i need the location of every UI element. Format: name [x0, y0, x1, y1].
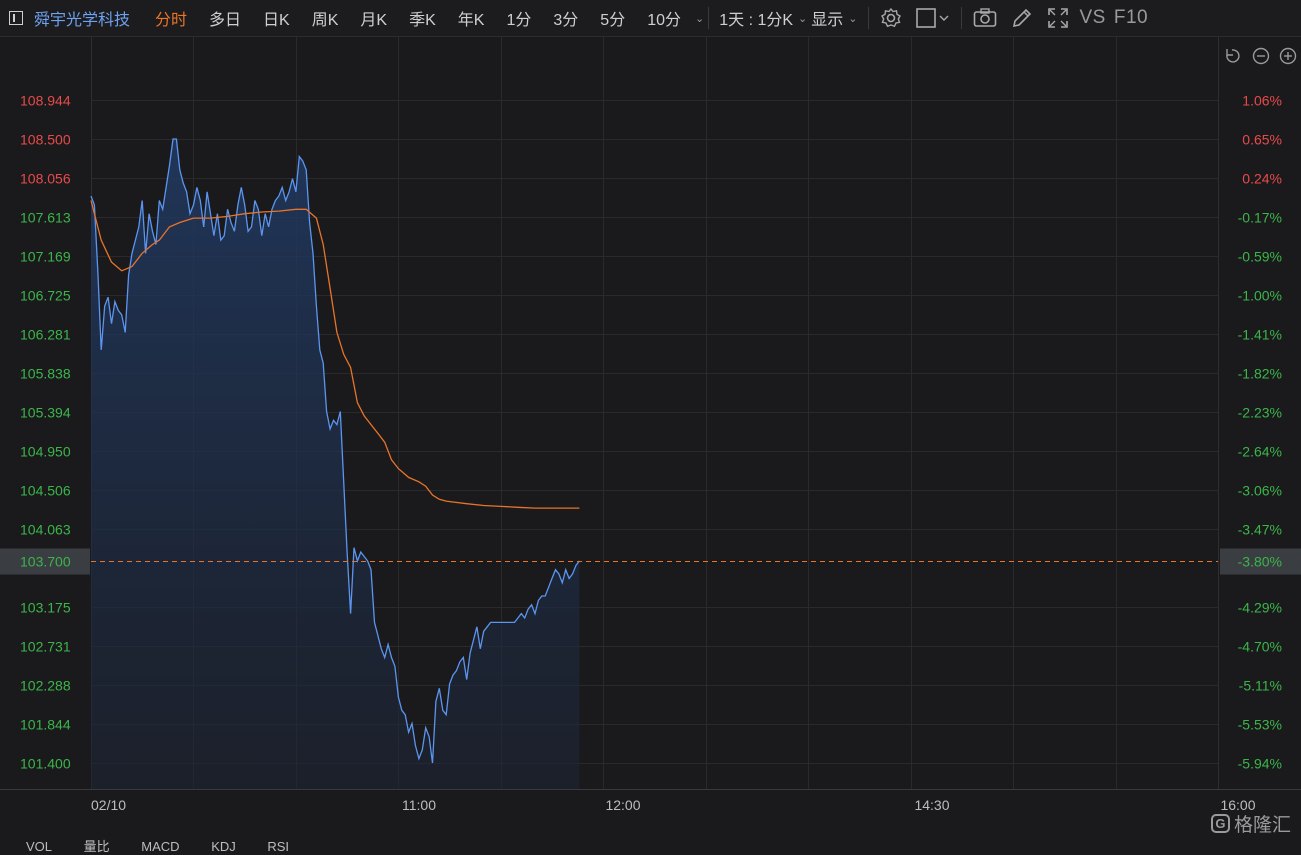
pct-tick-label: -1.00%	[1238, 288, 1282, 304]
pct-tick-label: 1.06%	[1242, 93, 1282, 109]
x-tick-label: 12:00	[605, 797, 640, 813]
x-tick-label: 14:30	[914, 797, 949, 813]
y-tick-label: 101.844	[20, 717, 71, 733]
x-axis: 02/10 11:00 12:00 14:30 16:00	[91, 797, 1256, 813]
gelonghui-logo: G 格隆汇	[1210, 810, 1291, 837]
pct-tick-label: -0.17%	[1238, 210, 1282, 226]
tab-rsi[interactable]: RSI	[267, 839, 289, 854]
tab-3min[interactable]: 3分	[542, 6, 589, 30]
sidebar-toggle-icon[interactable]	[9, 11, 23, 25]
divider	[708, 7, 710, 29]
pct-tick-label: -5.53%	[1238, 717, 1282, 733]
period-select[interactable]: 1天 : 1分K	[713, 6, 795, 30]
pct-tick-label: -2.64%	[1238, 444, 1282, 460]
logo-mark-icon: G	[1210, 814, 1230, 833]
y-tick-label: 105.838	[20, 366, 71, 382]
pct-tick-label: -4.70%	[1238, 639, 1282, 655]
tab-5min[interactable]: 5分	[589, 6, 636, 30]
f10-button[interactable]: F10	[1110, 7, 1152, 29]
y-tick-label: 101.400	[20, 756, 71, 772]
tab-monthly-k[interactable]: 月K	[349, 6, 398, 30]
overlay-toggle-icon[interactable]	[909, 7, 957, 29]
tab-weekly-k[interactable]: 周K	[301, 6, 350, 30]
y-tick-label: 106.725	[20, 288, 71, 304]
pct-tick-label: -3.80%	[1238, 554, 1282, 570]
y-tick-label: 106.281	[20, 327, 71, 343]
pct-tick-label: -5.94%	[1238, 756, 1282, 772]
x-tick-label: 11:00	[402, 797, 436, 813]
pct-tick-label: -3.47%	[1238, 522, 1282, 538]
y-tick-label: 105.394	[20, 405, 71, 421]
y-tick-label: 108.944	[20, 93, 71, 109]
divider	[960, 7, 962, 29]
pct-tick-label: -0.59%	[1238, 249, 1282, 265]
tab-quarterly-k[interactable]: 季K	[398, 6, 447, 30]
y-tick-label: 103.175	[20, 600, 71, 616]
x-tick-label: 02/10	[91, 797, 126, 813]
more-periods-chevron-down-icon[interactable]: ⌄	[695, 12, 704, 25]
logo-text: 格隆汇	[1233, 815, 1291, 836]
display-chevron-down-icon[interactable]: ⌄	[848, 12, 857, 25]
pct-tick-label: -1.41%	[1238, 327, 1282, 343]
pct-tick-label: 0.24%	[1242, 171, 1282, 187]
display-select[interactable]: 显示	[807, 6, 845, 30]
toolbar: 舜宇光学科技 分时 多日 日K 周K 月K 季K 年K 1分 3分 5分 10分…	[0, 0, 1301, 37]
y-tick-label: 108.500	[20, 132, 71, 148]
y-tick-label: 107.613	[20, 210, 71, 226]
y-tick-label: 102.288	[20, 678, 71, 694]
y-tick-label: 108.056	[20, 171, 71, 187]
pencil-icon[interactable]	[1004, 7, 1040, 29]
pct-tick-label: -2.23%	[1238, 405, 1282, 421]
fullscreen-icon[interactable]	[1040, 7, 1076, 29]
intraday-chart[interactable]: 108.944 108.500 108.056 107.613 107.169 106.7…	[0, 37, 1301, 843]
y-tick-label: 103.700	[20, 554, 71, 570]
y-tick-label: 104.506	[20, 483, 71, 499]
pct-tick-label: -1.82%	[1238, 366, 1282, 382]
pct-tick-label: -3.06%	[1238, 483, 1282, 499]
pct-tick-label: -5.11%	[1239, 678, 1282, 694]
tab-1min[interactable]: 1分	[495, 6, 542, 30]
tab-yearly-k[interactable]: 年K	[447, 6, 496, 30]
gear-icon[interactable]	[873, 7, 909, 29]
tab-vol[interactable]: VOL	[26, 839, 52, 854]
tab-kdj[interactable]: KDJ	[211, 839, 236, 854]
y-tick-label: 107.169	[20, 249, 71, 265]
tab-multi-day[interactable]: 多日	[198, 6, 252, 30]
tab-volume-ratio[interactable]: 量比	[84, 839, 110, 854]
compare-button[interactable]: VS	[1076, 7, 1110, 29]
indicator-tabs: VOL 量比 MACD KDJ RSI	[26, 836, 317, 855]
tab-10min[interactable]: 10分	[636, 6, 692, 30]
tab-macd[interactable]: MACD	[141, 839, 179, 854]
y-tick-label: 102.731	[20, 639, 71, 655]
tab-intraday[interactable]: 分时	[144, 6, 198, 30]
period-chevron-down-icon[interactable]: ⌄	[798, 12, 807, 25]
y-tick-label: 104.950	[20, 444, 71, 460]
tab-daily-k[interactable]: 日K	[252, 6, 301, 30]
camera-icon[interactable]	[966, 7, 1004, 29]
stock-name[interactable]: 舜宇光学科技	[34, 6, 130, 30]
pct-tick-label: -4.29%	[1238, 600, 1282, 616]
pct-tick-label: 0.65%	[1242, 132, 1282, 148]
y-tick-label: 104.063	[20, 522, 71, 538]
divider	[867, 7, 869, 29]
